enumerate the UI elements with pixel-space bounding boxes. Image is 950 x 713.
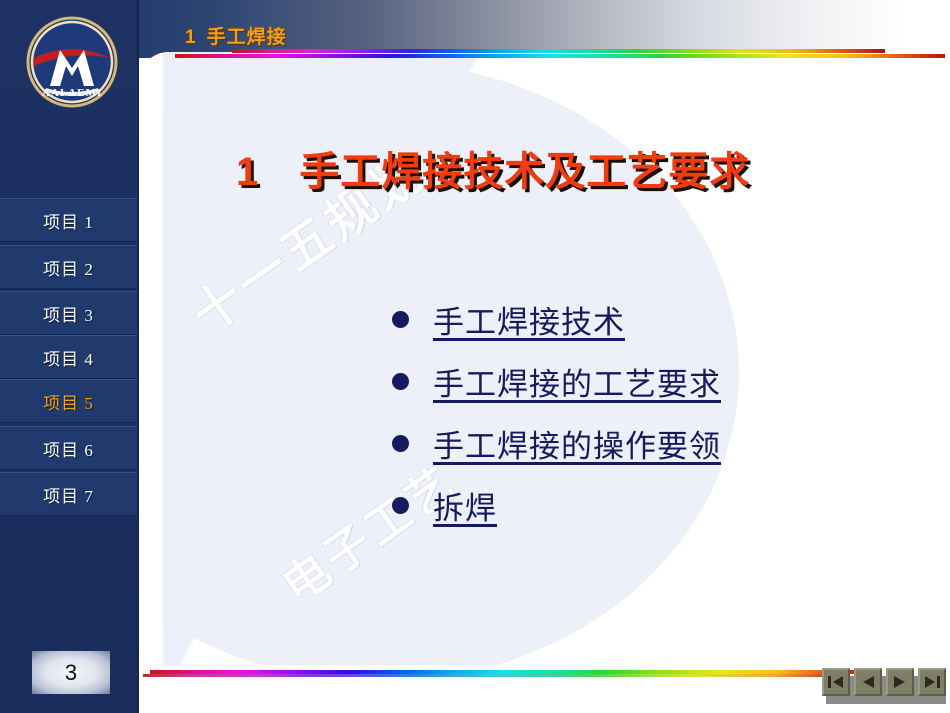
slide-header-number: 1 [185,27,197,48]
bullet-list: 手工焊接技术 手工焊接的工艺要求 手工焊接的操作要领 拆焊 [392,288,721,536]
page-number-value: 3 [64,659,78,685]
sidebar-item-label: 项目 1 [43,212,94,232]
bullet-dot-icon [392,496,409,514]
slide-header-label: 手工焊接 [206,27,287,48]
slide-title: 1 手工焊接技术及工艺要求 [236,145,926,200]
sidebar: AAI AEMI 项目 1 项目 2 项目 3 项目 4 项目 5 项目 6 项… [0,0,139,713]
sidebar-item-list: 项目 1 项目 2 项目 3 项目 4 项目 5 项目 6 项目 7 [0,198,139,517]
slide-header-title: 1 手工焊接 [185,22,287,49]
list-item[interactable]: 拆焊 [392,474,721,536]
sidebar-item-label: 项目 3 [43,305,94,325]
bullet-link-2[interactable]: 手工焊接的操作要领 [433,421,721,466]
bullet-dot-icon [392,372,409,390]
list-item[interactable]: 手工焊接的操作要领 [392,412,721,474]
decorative-left-stripe [139,52,163,665]
sidebar-item-project-3[interactable]: 项目 3 [0,291,137,335]
sidebar-item-project-5[interactable]: 项目 5 [0,379,137,423]
first-slide-button[interactable] [822,668,850,696]
sidebar-item-project-6[interactable]: 项目 6 [0,426,137,470]
slide-title-line1: 手工焊接技术及工艺 [299,150,669,194]
next-slide-button[interactable] [886,668,914,696]
bullet-dot-icon [392,310,409,328]
list-item[interactable]: 手工焊接技术 [392,288,721,350]
triangle-right-icon [894,676,905,688]
bullet-link-3[interactable]: 拆焊 [433,483,497,528]
svg-text:AAI AEMI: AAI AEMI [42,87,102,99]
organization-logo-icon: AAI AEMI [26,16,118,108]
rainbow-rule-top-upper [232,49,885,53]
rainbow-rule-top-lower [175,54,945,58]
page-number-badge: 3 [32,651,110,694]
triangle-left-icon [863,676,874,688]
sidebar-item-label: 项目 5 [43,393,94,413]
presentation-slide: 十一五规划 电子工艺 1 手工焊接 1 手工焊接技术及工艺要求 手工焊接技术 手工焊… [0,0,950,713]
last-slide-button[interactable] [918,668,946,696]
bullet-dot-icon [392,434,409,452]
slide-title-number: 1 [236,150,260,194]
sidebar-item-label: 项目 2 [43,259,94,279]
sidebar-item-project-2[interactable]: 项目 2 [0,245,137,289]
sidebar-item-label: 项目 7 [43,486,94,506]
bullet-link-0[interactable]: 手工焊接技术 [433,297,625,342]
rainbow-rule-bottom-lower [143,674,843,677]
sidebar-item-label: 项目 4 [43,349,94,369]
skip-to-start-icon [828,676,843,688]
slide-title-line2: 要求 [668,150,751,194]
slide-navigation-buttons [822,668,946,696]
list-item[interactable]: 手工焊接的工艺要求 [392,350,721,412]
sidebar-item-project-7[interactable]: 项目 7 [0,472,137,516]
sidebar-item-label: 项目 6 [43,440,94,460]
sidebar-item-project-4[interactable]: 项目 4 [0,335,137,379]
bullet-link-1[interactable]: 手工焊接的工艺要求 [433,359,721,404]
sidebar-item-project-1[interactable]: 项目 1 [0,198,137,242]
previous-slide-button[interactable] [854,668,882,696]
rainbow-rule-bottom-upper [150,670,870,674]
skip-to-end-icon [925,676,940,688]
